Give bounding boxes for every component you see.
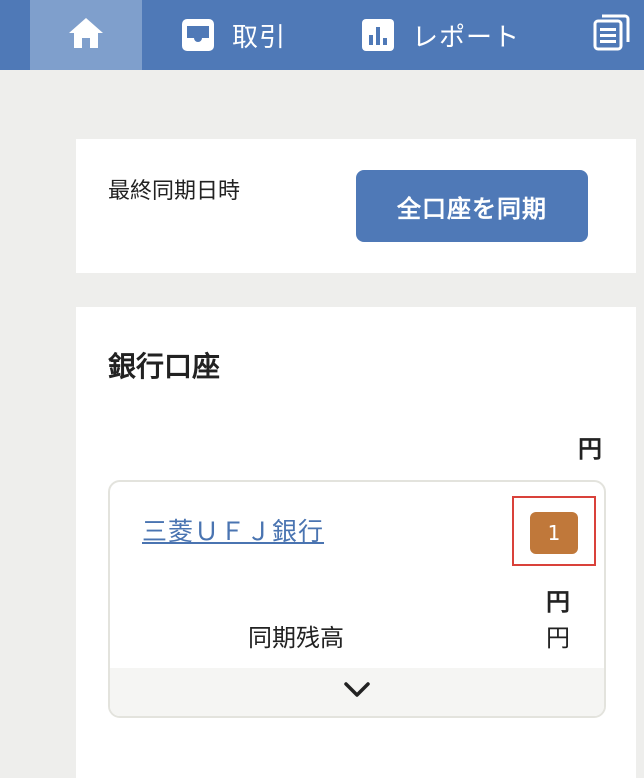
account-item: 三菱ＵＦＪ銀行 1 円 同期残高 円 bbox=[108, 480, 606, 718]
account-name-link[interactable]: 三菱ＵＦＪ銀行 bbox=[142, 512, 324, 548]
document-list-icon bbox=[592, 12, 632, 59]
inbox-icon bbox=[180, 17, 216, 53]
nav-reports-label: レポート bbox=[412, 22, 521, 53]
last-sync-label: 最終同期日時 bbox=[108, 179, 241, 204]
chevron-down-icon bbox=[343, 681, 371, 703]
synced-balance-unit: 円 bbox=[546, 624, 570, 652]
account-balance-unit: 円 bbox=[546, 588, 570, 616]
bank-accounts-title: 銀行口座 bbox=[108, 350, 221, 383]
nav-reports[interactable]: レポート bbox=[360, 0, 520, 70]
notification-badge[interactable]: 1 bbox=[530, 512, 578, 554]
top-navigation: 取引 レポート bbox=[0, 0, 644, 70]
home-icon bbox=[66, 15, 106, 55]
total-balance-unit: 円 bbox=[578, 435, 602, 463]
nav-transactions[interactable]: 取引 bbox=[180, 0, 286, 70]
nav-home[interactable] bbox=[30, 0, 142, 70]
bank-accounts-card: 銀行口座 円 三菱ＵＦＪ銀行 1 円 同期残高 円 bbox=[76, 307, 636, 778]
sync-all-accounts-button[interactable]: 全口座を同期 bbox=[356, 170, 588, 242]
badge-highlight: 1 bbox=[512, 496, 596, 566]
nav-more[interactable] bbox=[592, 0, 632, 70]
nav-transactions-label: 取引 bbox=[232, 22, 287, 53]
sync-card: 最終同期日時 全口座を同期 bbox=[76, 139, 636, 273]
bar-chart-icon bbox=[360, 17, 396, 53]
synced-balance-label: 同期残高 bbox=[248, 624, 344, 652]
expand-toggle[interactable] bbox=[110, 668, 604, 716]
